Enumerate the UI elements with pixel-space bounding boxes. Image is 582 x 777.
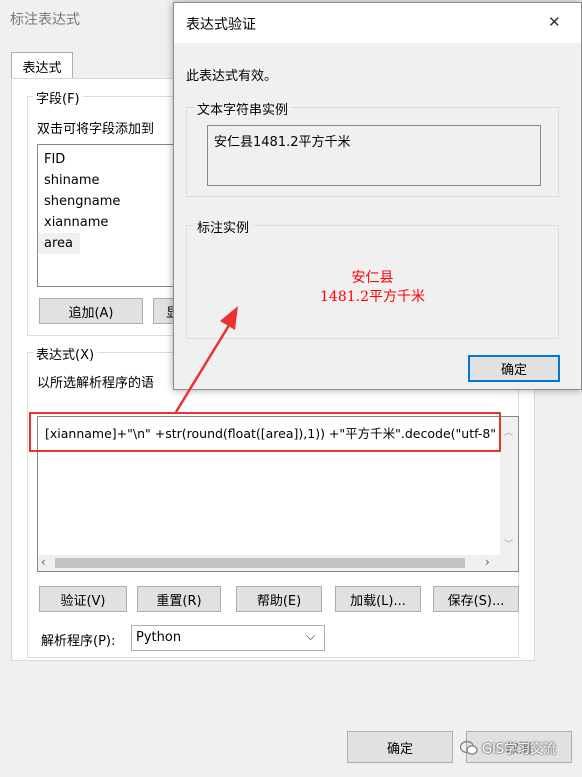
annotation-arrow — [174, 306, 238, 413]
